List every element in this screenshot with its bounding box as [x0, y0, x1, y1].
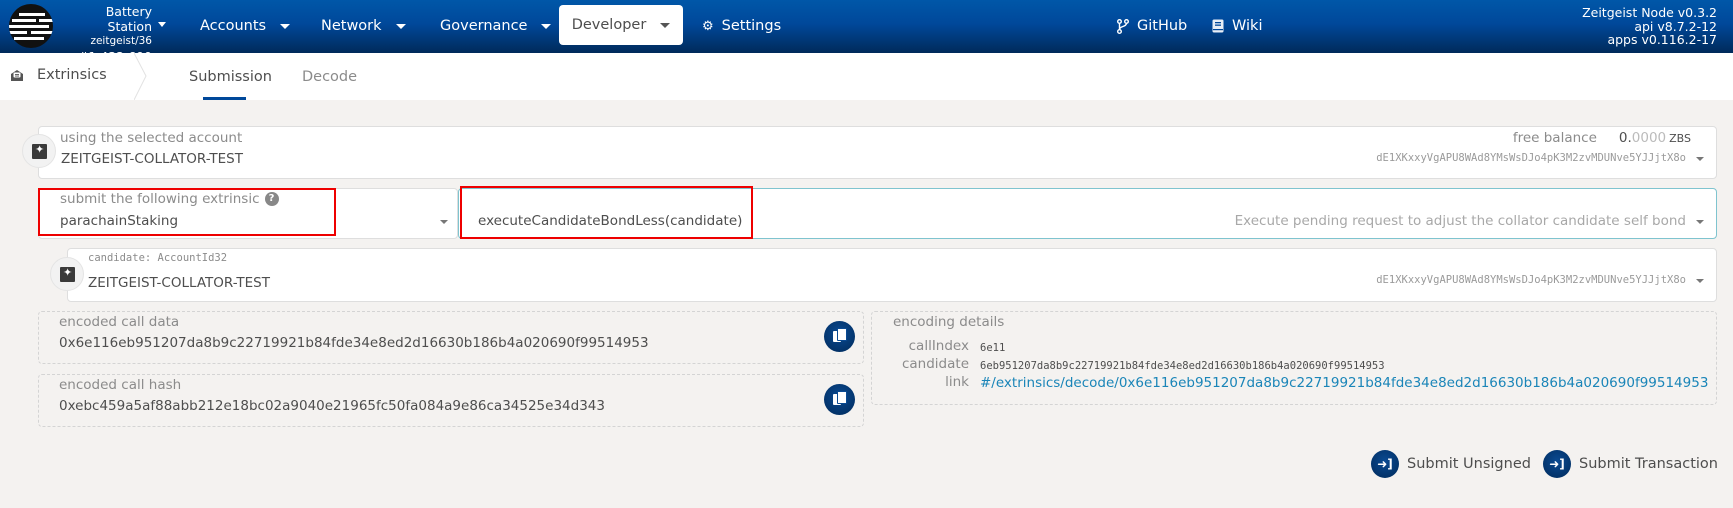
- balance-integer: 0.: [1618, 130, 1632, 146]
- nav-governance-label: Governance: [440, 18, 528, 34]
- sign-in-icon: ➜]: [1543, 450, 1571, 478]
- submit-unsigned-button[interactable]: ➜] Submit Unsigned: [1371, 450, 1531, 478]
- top-nav-bar: Battery Station zeitgeist/36 #1,432,690 …: [0, 0, 1733, 64]
- active-tab-indicator: [203, 97, 246, 100]
- chevron-down-icon: [1696, 279, 1704, 283]
- tab-submission[interactable]: Submission: [189, 69, 272, 85]
- encoded-call-data-label: encoded call data: [59, 314, 180, 330]
- encoded-call-hash-value: 0xebc459a5af88abb212e18bc02a9040e21965fc…: [59, 398, 605, 414]
- node-version: Zeitgeist Node v0.3.2: [1582, 5, 1717, 20]
- tab-decode[interactable]: Decode: [302, 69, 357, 85]
- encoding-details-box: encoding details callIndex 6e11 candidat…: [871, 311, 1717, 405]
- chain-dropdown-icon[interactable]: [158, 22, 166, 27]
- extrinsic-label: submit the following extrinsic: [60, 191, 260, 207]
- envelope-open-icon: [11, 69, 23, 81]
- method-dropdown[interactable]: executeCandidateBondLess(candidate) Exec…: [458, 188, 1717, 239]
- nav-accounts-label: Accounts: [200, 18, 267, 34]
- method-value: executeCandidateBondLess(candidate): [478, 213, 743, 229]
- balance-fraction: 0000: [1631, 130, 1667, 146]
- encoding-details-title: encoding details: [893, 314, 1005, 330]
- nav-settings[interactable]: ⚙ Settings: [702, 12, 781, 40]
- chevron-down-icon: [440, 220, 448, 224]
- wiki-label: Wiki: [1232, 18, 1263, 34]
- call-index-value: 6e11: [980, 342, 1006, 354]
- encoded-call-hash-label: encoded call hash: [59, 377, 182, 393]
- submit-unsigned-label: Submit Unsigned: [1407, 456, 1531, 472]
- account-selector[interactable]: using the selected account ZEITGEIST-COL…: [38, 126, 1717, 179]
- account-address: dE1XKxxyVgAPU8WAd8YMsWsDJo4pK3M2zvMDUNve…: [1376, 152, 1686, 164]
- candidate-name: ZEITGEIST-COLLATOR-TEST: [88, 275, 270, 291]
- section-value: parachainStaking: [60, 213, 179, 229]
- method-description: Execute pending request to adjust the co…: [1234, 213, 1686, 229]
- gears-icon: ⚙: [702, 18, 714, 34]
- sign-in-icon: ➜]: [1371, 450, 1399, 478]
- candidate-identicon[interactable]: ✦: [50, 257, 84, 291]
- nav-settings-label: Settings: [721, 18, 782, 34]
- account-label: using the selected account: [60, 130, 243, 146]
- chevron-down-icon: [1696, 220, 1704, 224]
- encoded-call-data-box: encoded call data 0x6e116eb951207da8b9c2…: [38, 311, 864, 364]
- link-label: link: [945, 374, 969, 390]
- chain-spec: zeitgeist/36: [90, 35, 152, 47]
- candidate-address: dE1XKxxyVgAPU8WAd8YMsWsDJo4pK3M2zvMDUNve…: [1376, 274, 1686, 286]
- encoded-call-data-value: 0x6e116eb951207da8b9c22719921b84fde34e8e…: [59, 335, 649, 351]
- section-title-label: Extrinsics: [37, 67, 107, 83]
- candidate-detail-label: candidate: [901, 356, 969, 372]
- candidate-param-label: candidate: AccountId32: [88, 252, 228, 264]
- balance-unit: ZBS: [1669, 132, 1691, 145]
- chevron-down-icon: [541, 23, 552, 29]
- code-branch-icon: [1117, 18, 1129, 34]
- nav-network[interactable]: Network: [321, 12, 406, 40]
- candidate-detail-value: 6eb951207da8b9c22719921b84fde34e8ed2d166…: [980, 360, 1385, 372]
- section-title: Extrinsics: [10, 67, 107, 83]
- book-icon: [1212, 19, 1224, 33]
- free-balance-label: free balance: [1512, 130, 1597, 146]
- nav-developer[interactable]: Developer: [559, 5, 683, 45]
- nav-developer-label: Developer: [571, 17, 647, 33]
- nav-accounts[interactable]: Accounts: [200, 12, 291, 40]
- account-name: ZEITGEIST-COLLATOR-TEST: [61, 151, 243, 167]
- account-identicon[interactable]: ✦: [22, 134, 56, 168]
- version-info: Zeitgeist Node v0.3.2 api v8.7.2-12 apps…: [1582, 6, 1717, 47]
- sub-nav-tabs: Extrinsics Submission Decode: [0, 53, 1733, 100]
- chevron-down-icon: [280, 23, 291, 29]
- free-balance: free balance 0. 0000 ZBS: [1513, 130, 1691, 146]
- github-label: GitHub: [1137, 18, 1188, 34]
- decode-link[interactable]: #/extrinsics/decode/0x6e116eb951207da8b9…: [980, 375, 1708, 391]
- github-link[interactable]: GitHub: [1117, 12, 1187, 40]
- nav-network-label: Network: [321, 18, 382, 34]
- apps-version: apps v0.116.2-17: [1607, 32, 1717, 47]
- call-index-label: callIndex: [908, 338, 969, 354]
- candidate-param[interactable]: candidate: AccountId32 ZEITGEIST-COLLATO…: [67, 248, 1717, 302]
- help-icon[interactable]: ?: [264, 192, 279, 206]
- nav-governance[interactable]: Governance: [440, 12, 552, 40]
- chevron-down-icon: [660, 22, 671, 28]
- breadcrumb-separator: [134, 53, 147, 100]
- submit-transaction-button[interactable]: ➜] Submit Transaction: [1543, 450, 1718, 478]
- api-version: api v8.7.2-12: [1634, 18, 1717, 34]
- encoded-call-hash-box: encoded call hash 0xebc459a5af88abb212e1…: [38, 374, 864, 427]
- chevron-down-icon: [1696, 157, 1704, 161]
- wiki-link[interactable]: Wiki: [1212, 12, 1262, 40]
- chevron-down-icon: [395, 23, 406, 29]
- chain-logo[interactable]: [9, 4, 53, 48]
- section-dropdown[interactable]: submit the following extrinsic ? paracha…: [38, 188, 458, 239]
- chain-name: Battery Station: [105, 4, 152, 34]
- submit-transaction-label: Submit Transaction: [1579, 456, 1718, 472]
